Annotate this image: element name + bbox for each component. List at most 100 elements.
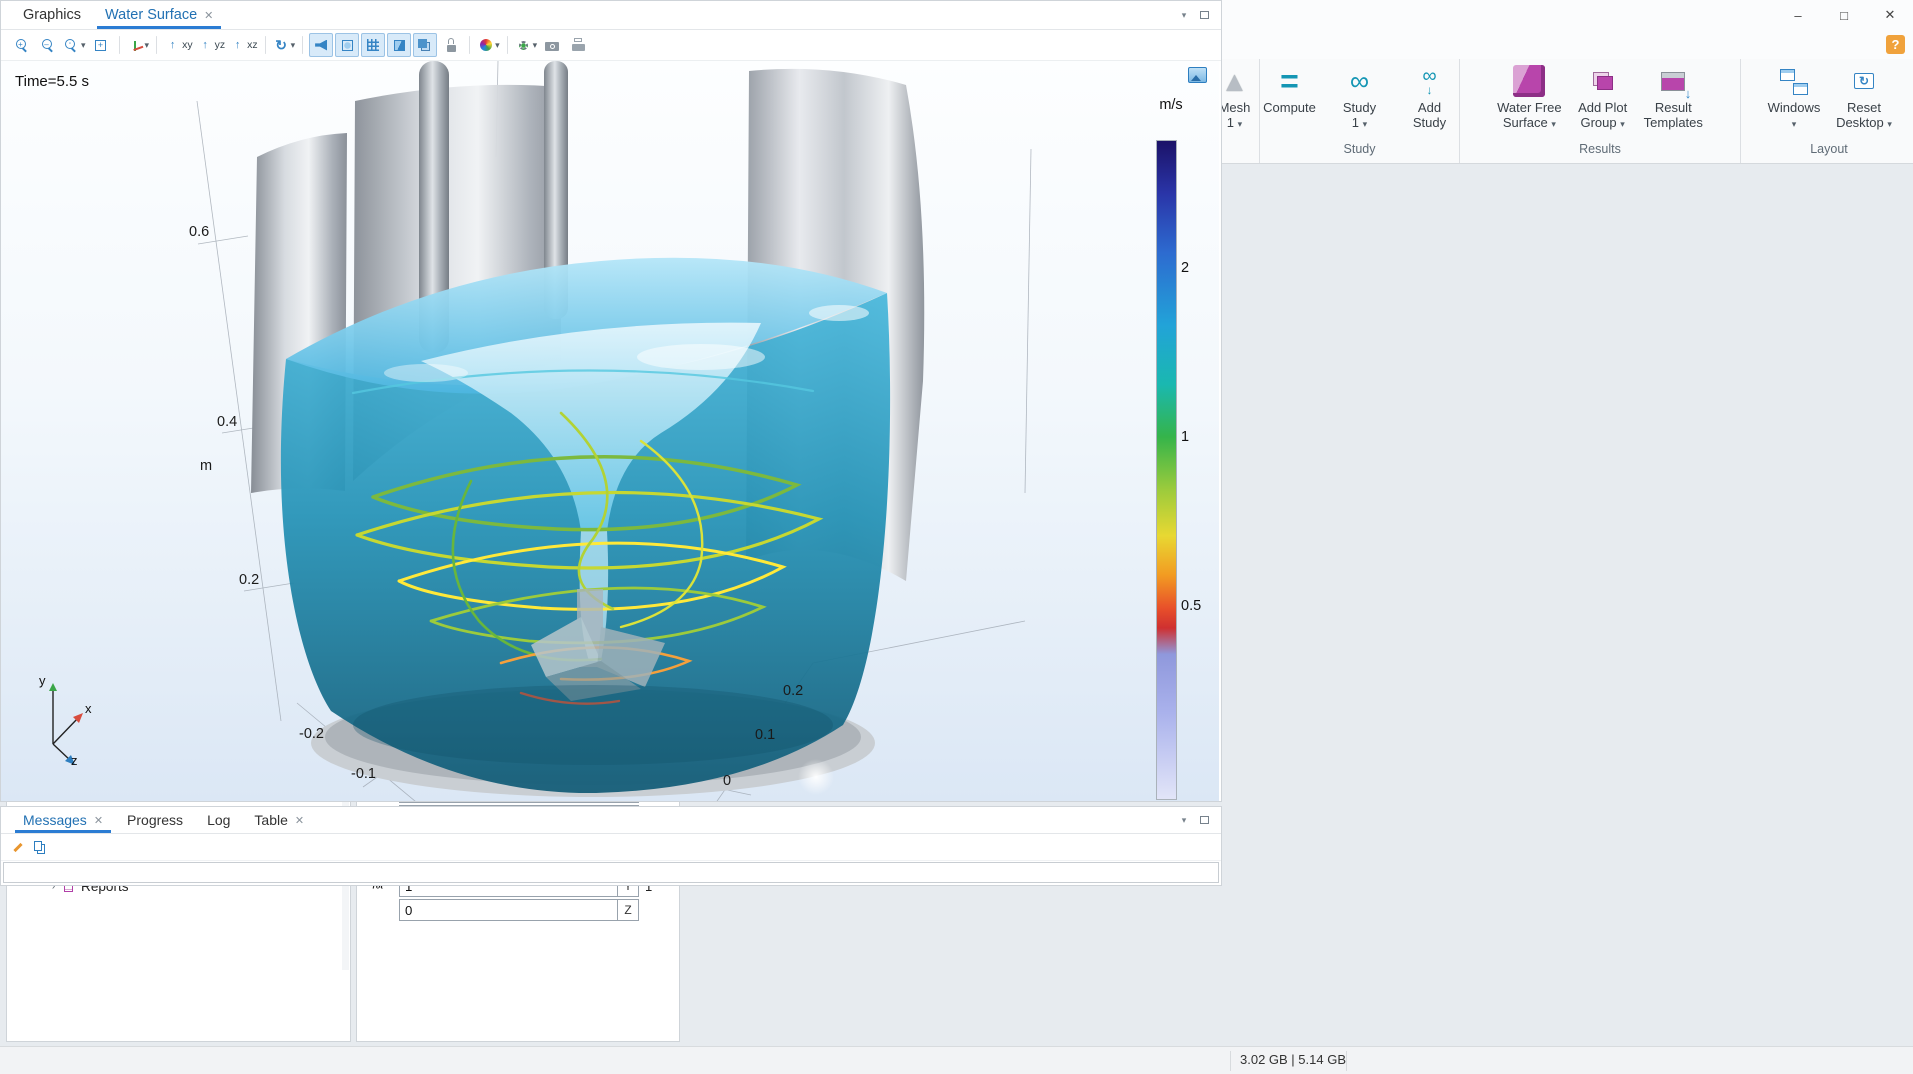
maximize-button[interactable]: □: [1821, 0, 1867, 30]
close-tab-icon[interactable]: ✕: [204, 9, 213, 22]
print-icon[interactable]: [566, 33, 590, 57]
add-study-icon: [1414, 65, 1446, 97]
menu-caret-icon[interactable]: [1177, 813, 1191, 827]
zoom-box-icon[interactable]: ▾: [62, 33, 87, 57]
rotation-axis-row: Z: [399, 899, 639, 921]
view-yz-icon[interactable]: yz: [196, 33, 227, 57]
reset-desktop-icon: [1848, 65, 1880, 97]
camera-icon[interactable]: [540, 33, 564, 57]
graphics-canvas[interactable]: Time=5.5 s m/s 2 1 0.5 0.6 0.4 m 0.2 -0.…: [1, 61, 1219, 801]
water-free-surface-icon: [1513, 65, 1545, 97]
go-to-view-icon[interactable]: ▾: [126, 33, 151, 57]
show-grid-icon[interactable]: [361, 33, 385, 57]
lock-icon[interactable]: [439, 33, 463, 57]
graphics-tab[interactable]: Water Surface ✕: [93, 1, 225, 29]
axis-tick-label: 0.2: [783, 683, 803, 699]
view-xy-icon[interactable]: xy: [163, 33, 194, 57]
zoom-extents-icon[interactable]: [89, 33, 113, 57]
show-selection-icon[interactable]: [413, 33, 437, 57]
add-plot-group-icon: [1587, 65, 1619, 97]
show-material-color-icon[interactable]: [387, 33, 411, 57]
ribbon-button[interactable]: Study1 ▾: [1326, 62, 1394, 142]
chevron-down-icon: ▾: [1887, 119, 1892, 129]
zoom-in-icon[interactable]: [10, 33, 34, 57]
copy-messages-icon[interactable]: [32, 839, 49, 856]
menu-caret-icon[interactable]: [1177, 8, 1191, 22]
window-controls: –□✕: [1775, 0, 1913, 30]
colorbar-tick: 1: [1181, 429, 1189, 445]
minimize-button[interactable]: –: [1775, 0, 1821, 30]
zoom-out-icon[interactable]: [36, 33, 60, 57]
axis-unit-label: m: [200, 458, 212, 474]
chevron-down-icon: ▾: [145, 40, 150, 50]
mesh-1-icon: [1219, 65, 1251, 97]
float-panel-icon[interactable]: [1197, 813, 1211, 827]
messages-tab[interactable]: Table ✕: [242, 807, 316, 833]
close-tab-icon[interactable]: ✕: [94, 814, 103, 827]
axis-tick-label: 0.6: [189, 224, 209, 240]
float-panel-icon[interactable]: [1197, 8, 1211, 22]
time-annotation: Time=5.5 s: [15, 73, 89, 90]
chevron-down-icon: ▾: [1363, 119, 1368, 129]
windows-icon: [1778, 65, 1810, 97]
axis-tick-label: -0.1: [351, 766, 376, 782]
rotation-axis-input[interactable]: [400, 900, 617, 920]
chevron-down-icon: ▾: [1792, 119, 1797, 129]
triad-z-label: z: [71, 753, 78, 768]
chevron-down-icon: ▾: [1620, 119, 1625, 129]
ribbon-button[interactable]: Water FreeSurface ▾: [1492, 62, 1567, 142]
ribbon-group-label: Study: [1260, 142, 1459, 163]
rotate-icon[interactable]: ▾: [272, 33, 297, 57]
messages-tab[interactable]: Log: [195, 807, 242, 833]
ribbon-group-label: Results: [1460, 142, 1740, 163]
ribbon-button[interactable]: Compute: [1256, 62, 1324, 142]
triad-y-label: y: [39, 673, 46, 688]
axis-tick-label: 0.2: [239, 572, 259, 588]
chevron-down-icon: ▾: [291, 40, 296, 50]
triad-x-label: x: [85, 701, 92, 716]
view-xz-icon[interactable]: xz: [228, 33, 259, 57]
chevron-down-icon: ▾: [533, 40, 538, 50]
snapshot-icon[interactable]: [1188, 67, 1207, 83]
chevron-down-icon: ▾: [1238, 119, 1243, 129]
status-bar: 3.02 GB | 5.14 GB: [0, 1046, 1913, 1074]
ribbon-button[interactable]: Windows ▾: [1760, 62, 1828, 142]
comsol-window: free_surface_mixer_ls.mph - COMSOL Multi…: [0, 0, 1913, 1074]
scene-light-icon[interactable]: [309, 33, 333, 57]
graphics-tab[interactable]: Graphics: [11, 1, 93, 29]
ribbon-button[interactable]: Add PlotGroup ▾: [1569, 62, 1637, 142]
axis-cell: Z: [617, 900, 638, 920]
chevron-down-icon: ▾: [1551, 119, 1556, 129]
ribbon-group-label: Layout: [1741, 142, 1913, 163]
scene-settings-icon[interactable]: ▾: [514, 33, 539, 57]
messages-toolbar: [1, 834, 1221, 861]
messages-panel: Messages ✕ Progress Log: [0, 806, 1222, 886]
environment-icon[interactable]: [335, 33, 359, 57]
ribbon-button[interactable]: AddStudy: [1396, 62, 1464, 142]
close-button[interactable]: ✕: [1867, 0, 1913, 30]
compute-icon: [1274, 65, 1306, 97]
ribbon-button[interactable]: ResetDesktop ▾: [1830, 62, 1898, 142]
colorbar: [1156, 140, 1177, 800]
colorbar-unit: m/s: [1151, 97, 1191, 113]
axis-tick-label: 0.4: [217, 414, 237, 430]
axis-triad: y x z: [27, 673, 101, 769]
ribbon-button[interactable]: ResultTemplates: [1639, 62, 1708, 142]
color-theme-icon[interactable]: ▾: [476, 33, 501, 57]
close-tab-icon[interactable]: ✕: [295, 814, 304, 827]
mixer-3d-plot: [1, 61, 1219, 801]
graphics-window: Graphics Water Surface ✕: [0, 0, 1222, 802]
axis-tick-label: 0.1: [755, 727, 775, 743]
result-templates-icon: [1657, 65, 1689, 97]
graphics-toolbar: ▾: [1, 30, 1221, 61]
study-1-icon: [1344, 65, 1376, 97]
messages-tab[interactable]: Messages ✕: [11, 807, 115, 833]
messages-content[interactable]: [3, 862, 1219, 883]
colorbar-tick: 2: [1181, 260, 1189, 276]
chevron-down-icon: ▾: [81, 40, 86, 50]
messages-tab[interactable]: Progress: [115, 807, 195, 833]
clear-messages-icon[interactable]: [9, 839, 26, 856]
help-icon[interactable]: ?: [1886, 35, 1905, 54]
chevron-down-icon: ▾: [495, 40, 500, 50]
memory-usage: 3.02 GB | 5.14 GB: [1240, 1052, 1346, 1067]
